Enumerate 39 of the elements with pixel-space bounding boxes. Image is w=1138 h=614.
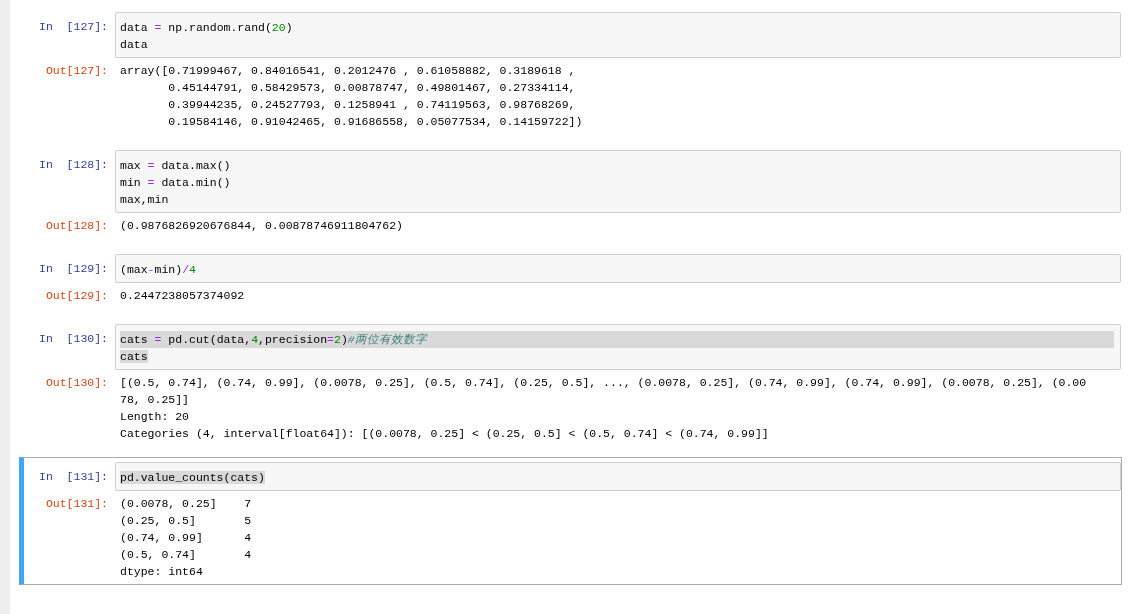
output-prompt: Out[131]: (44, 496, 109, 512)
code-editor[interactable]: (max-min)/4 (115, 254, 1121, 283)
output-line: (0.5, 0.74] 4 (120, 547, 253, 563)
input-prompt: In [128]: (38, 157, 109, 173)
input-prompt: In [130]: (38, 331, 109, 347)
code-line: max,min (120, 193, 169, 206)
code-line: data (120, 38, 148, 51)
notebook-cell[interactable]: In [129]: (max-min)/4 Out[129]: 0.2447238057374092 (19, 249, 1122, 309)
notebook-cell[interactable]: In [128]: max = data.max() min = data.min() max,min Out[128]: (0.9876826920676844, 0.00878746911804762) (19, 145, 1122, 239)
output-line: (0.25, 0.5] 5 (120, 513, 253, 529)
output-line: (0.74, 0.99] 4 (120, 530, 253, 546)
output-line: dtype: int64 (120, 564, 204, 580)
code-line: min = data.min() (120, 176, 231, 189)
output-line: 0.45144791, 0.58429573, 0.00878747, 0.49801467, 0.27334114, (167, 80, 577, 96)
code-editor[interactable]: max = data.max() min = data.min() max,min (115, 150, 1121, 213)
output-line: Length: 20 (120, 409, 190, 425)
output-prompt: Out[127]: (44, 63, 109, 79)
code-editor[interactable]: data = np.random.rand(20) data (115, 12, 1121, 58)
output-line: (0.0078, 0.25] 7 (120, 496, 253, 512)
input-prompt: In [127]: (38, 19, 109, 35)
code-line: data = np.random.rand(20) (120, 21, 293, 34)
output-prompt: Out[129]: (44, 288, 109, 304)
output-line: (0.9876826920676844, 0.00878746911804762) (120, 218, 404, 234)
output-line: 0.39944235, 0.24527793, 0.1258941 , 0.74119563, 0.98768269, (167, 97, 577, 113)
code-line: max = data.max() (120, 159, 231, 172)
input-prompt: In [129]: (38, 261, 109, 277)
code-editor[interactable]: pd.value_counts(cats) (115, 462, 1121, 491)
notebook-cell[interactable]: In [131]: pd.value_counts(cats) Out[131]: (0.0078, 0.25] 7 (0.25, 0.5] 5 (0.74, 0.99] 4 (0.5, 0.74] 4 dtype: int64 (19, 457, 1122, 585)
input-prompt: In [131]: (38, 469, 109, 485)
output-line: array([0.71999467, 0.84016541, 0.2012476 , 0.61058882, 0.3189618 , (120, 63, 577, 79)
code-line: (max-min)/4 (120, 263, 196, 276)
output-prompt: Out[130]: (44, 375, 109, 391)
output-line: 0.19584146, 0.91042465, 0.91686558, 0.05077534, 0.14159722]) (167, 114, 584, 130)
output-line: 78, 0.25]] (120, 392, 190, 408)
output-line: 0.2447238057374092 (120, 288, 246, 304)
output-line: [(0.5, 0.74], (0.74, 0.99], (0.0078, 0.25], (0.5, 0.74], (0.25, 0.5], ..., (0.0078, 0.25], (0.74, 0.99], (0.74, 0.99], (0.0078, 0.25], (0.00 (120, 375, 1088, 391)
output-line: Categories (4, interval[float64]): [(0.0078, 0.25] < (0.25, 0.5] < (0.5, 0.74] < (0.74, 0.99]] (120, 426, 770, 442)
code-editor[interactable]: cats = pd.cut(data,4,precision=2)#两位有效数字 cats (115, 324, 1121, 370)
output-prompt: Out[128]: (44, 218, 109, 234)
